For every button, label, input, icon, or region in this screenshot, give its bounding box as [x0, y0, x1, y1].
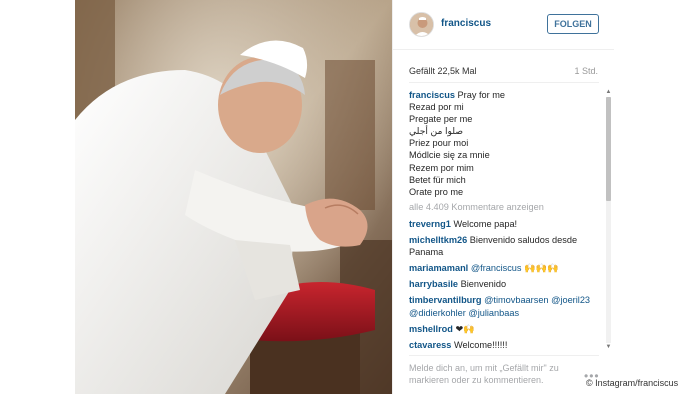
comment-text: 🙌🙌🙌	[524, 263, 559, 274]
comment-text: Welcome papa!	[453, 218, 518, 229]
divider	[409, 355, 599, 356]
scroll-track[interactable]	[606, 97, 611, 343]
comment-username[interactable]: michelltkm26	[409, 235, 467, 245]
post-panel: franciscus FOLGEN Gefällt 22,5k Mal 1 St…	[392, 0, 614, 394]
caption-line: Pregate per me	[409, 114, 473, 125]
caption-line: Priez pour moi	[409, 138, 469, 149]
post-username[interactable]: franciscus	[441, 18, 491, 29]
caption-line: Betet für mich	[409, 174, 466, 185]
divider	[409, 82, 599, 83]
comment-item: mariamamanl @franciscus 🙌🙌🙌	[409, 262, 603, 274]
comment-username[interactable]: mariamamanl	[409, 263, 468, 273]
comment-username[interactable]: treverng1	[409, 219, 451, 229]
post-time: 1 Std.	[574, 66, 598, 76]
comments-scrollbar[interactable]: ▲ ▼	[605, 89, 612, 351]
instagram-post-screenshot: franciscus FOLGEN Gefällt 22,5k Mal 1 St…	[0, 0, 700, 394]
comment-item: ctavaress Welcome!!!!!!	[409, 339, 603, 351]
comment-item: michelltkm26 Bienvenido saludos desde Pa…	[409, 234, 603, 258]
comment-text: Bienvenido	[460, 279, 507, 290]
caption: franciscus Pray for me Rezad por mi Preg…	[409, 89, 603, 198]
comment-username[interactable]: ctavaress	[409, 340, 451, 350]
comments-list: franciscus Pray for me Rezad por mi Preg…	[409, 89, 603, 354]
comment-username[interactable]: timbervantilburg	[409, 295, 482, 305]
comment-item: timbervantilburg @timovbaarsen @joeril23…	[409, 294, 603, 318]
scroll-down-arrow-icon[interactable]: ▼	[605, 344, 612, 351]
comment-username[interactable]: harrybasile	[409, 279, 458, 289]
comment-item: treverng1 Welcome papa!	[409, 218, 603, 230]
caption-line: Orate pro me	[409, 186, 464, 197]
caption-line: Rezem por mim	[409, 162, 474, 173]
image-credit: © Instagram/franciscus	[586, 378, 679, 388]
avatar[interactable]	[409, 12, 434, 37]
post-header: franciscus FOLGEN	[393, 0, 614, 50]
caption-line: صلوا من أجلي	[409, 126, 464, 137]
comment-text: ❤🙌	[455, 323, 475, 334]
likes-count[interactable]: Gefällt 22,5k Mal	[409, 66, 477, 76]
follow-button[interactable]: FOLGEN	[547, 14, 599, 34]
comment-mention[interactable]: @franciscus	[471, 263, 522, 273]
praying-pope-image	[75, 0, 392, 394]
post-photo	[75, 0, 392, 394]
comment-text: Welcome!!!!!!	[453, 339, 508, 350]
caption-line: Rezad por mi	[409, 102, 464, 113]
caption-line: Pray for me	[457, 90, 506, 100]
caption-line: Módlcie się za mnie	[409, 150, 490, 161]
caption-username[interactable]: franciscus	[409, 90, 455, 100]
view-all-comments-link[interactable]: alle 4.409 Kommentare anzeigen	[409, 201, 603, 213]
login-prompt[interactable]: Melde dich an, um mit „Gefällt mir" zu m…	[409, 362, 584, 386]
comment-item: harrybasile Bienvenido	[409, 278, 603, 290]
comment-username[interactable]: mshellrod	[409, 324, 453, 334]
scroll-up-arrow-icon[interactable]: ▲	[605, 89, 612, 96]
comment-item: mshellrod ❤🙌	[409, 323, 603, 335]
scroll-thumb[interactable]	[606, 97, 611, 201]
